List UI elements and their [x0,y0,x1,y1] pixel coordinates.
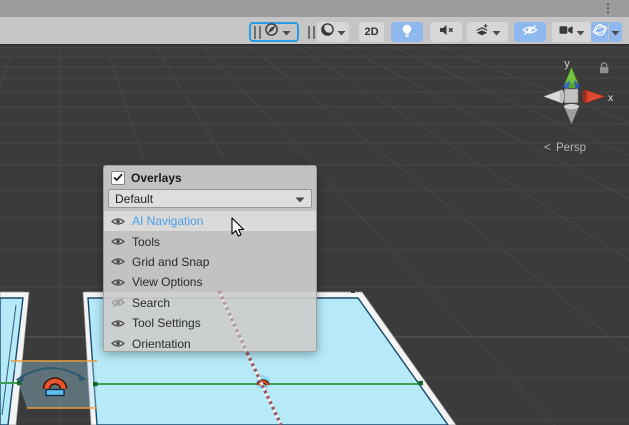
dropdown-value: Default [115,192,153,206]
menu-item-tool-settings[interactable]: Tool Settings [104,313,316,333]
window-top-strip: ⋮ [0,0,629,17]
audio-mute-button[interactable] [430,22,462,42]
chevron-down-icon[interactable] [337,23,346,41]
overlay-preset-dropdown[interactable]: Default [108,189,312,208]
eye-icon[interactable] [111,216,125,227]
overlay-toolbar-group-selected[interactable] [249,22,299,42]
overlays-menu: Overlays Default AI Navigation Tools Gri… [103,165,317,352]
gizmo-y-label: y [564,58,570,70]
chevron-down-icon[interactable] [282,23,291,41]
chevron-down-icon[interactable] [492,23,501,41]
menu-item-view-options[interactable]: View Options [104,272,316,292]
scene-toolbar: 2D [0,17,629,45]
drag-handle-icon[interactable] [308,26,315,39]
link-endpoint[interactable] [93,382,98,387]
2d-toggle-button[interactable]: 2D [359,22,384,42]
eye-icon[interactable] [111,236,125,247]
eye-icon[interactable] [111,318,125,329]
menu-item-label: View Options [132,275,202,289]
eye-icon[interactable] [111,256,125,267]
more-options-icon[interactable]: ⋮ [602,1,614,15]
speaker-mute-icon [438,23,454,42]
vertex-handle[interactable] [25,288,29,292]
gizmo-options-button[interactable] [609,22,622,42]
gizmo-x-label: x [608,92,614,104]
2d-label: 2D [364,26,378,38]
menu-item-search[interactable]: Search [104,293,316,313]
overlays-menu-header: Overlays [104,166,316,189]
camera-icon [558,23,574,42]
draw-mode-icon[interactable] [264,22,279,42]
link-endpoint[interactable] [419,381,424,386]
menu-item-label: Search [132,296,170,310]
lighting-toggle-button[interactable] [391,22,423,42]
gizmo-toggle-button[interactable] [591,22,608,42]
overlays-checkbox[interactable] [111,171,125,185]
menu-item-tools[interactable]: Tools [104,231,316,251]
camera-view-button[interactable] [552,22,591,42]
vertex-handle[interactable] [351,289,355,293]
menu-item-label: Grid and Snap [132,255,209,269]
scene-visibility-button[interactable] [514,22,546,42]
overlays-menu-title: Overlays [131,171,182,185]
persp-angle-icon: < [544,140,551,154]
menu-item-orientation[interactable]: Orientation [104,333,316,353]
menu-item-ai-navigation[interactable]: AI Navigation [104,211,316,231]
orbit-globe-icon [592,22,608,43]
persp-text: Persp [556,142,586,154]
menu-item-grid-and-snap[interactable]: Grid and Snap [104,252,316,272]
menu-item-label: Tools [132,235,160,249]
link-endpoint[interactable] [17,381,22,386]
light-bulb-icon [400,22,414,43]
menu-item-label: Tool Settings [132,316,201,330]
eye-icon[interactable] [111,338,125,349]
effects-button[interactable] [467,22,508,42]
unity-scene-view: y x [0,0,629,425]
eye-icon[interactable] [111,277,125,288]
menu-item-label: AI Navigation [132,214,203,228]
shaded-sphere-icon [320,22,335,42]
shading-mode-button[interactable] [317,22,349,42]
projection-label[interactable]: < Persp [544,140,586,154]
drag-handle-icon[interactable] [254,26,261,39]
eye-slash-icon [521,23,539,42]
vertex-handle[interactable] [81,288,85,292]
menu-item-label: Orientation [132,337,191,351]
eye-slash-icon[interactable] [111,297,125,308]
dropdown-arrow-icon [295,192,305,206]
chevron-down-icon[interactable] [576,23,585,41]
chevron-down-icon[interactable] [611,23,620,41]
effects-layers-icon [474,22,490,43]
gizmo-cube[interactable] [565,89,579,103]
